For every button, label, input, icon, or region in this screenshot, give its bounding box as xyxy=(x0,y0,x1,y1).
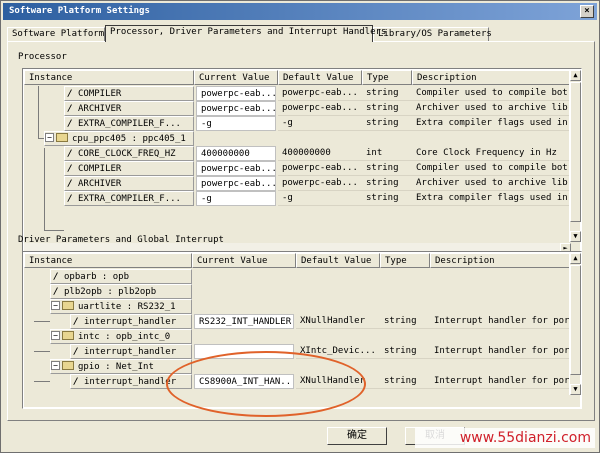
pencil-icon: / xyxy=(67,149,73,159)
pencil-icon: / xyxy=(67,89,73,99)
col-header-description[interactable]: Description xyxy=(430,253,570,268)
current-value-field[interactable]: -g xyxy=(196,116,276,131)
current-value-field[interactable]: powerpc-eab... xyxy=(196,101,276,116)
pencil-icon: / xyxy=(73,347,79,357)
title-bar: Software Platform Settings × xyxy=(3,3,597,20)
folder-icon xyxy=(56,133,68,142)
table-row[interactable]: / interrupt_handler xyxy=(70,344,192,359)
tab-software-platform[interactable]: Software Platform xyxy=(7,27,105,41)
col-header-type[interactable]: Type xyxy=(362,70,412,85)
pencil-icon: / xyxy=(67,104,73,114)
watermark: www.55dianzi.com xyxy=(415,428,595,448)
current-value-field[interactable]: -g xyxy=(196,191,276,206)
tab-processor-driver-params[interactable]: Processor, Driver Parameters and Interru… xyxy=(105,25,386,42)
scroll-up-arrow-icon[interactable]: ▲ xyxy=(570,253,581,264)
driver-vscrollbar[interactable]: ▲ ▼ xyxy=(569,253,581,395)
processor-grid-body: Instance Current Value Default Value Typ… xyxy=(24,70,581,254)
processor-group-label: Processor xyxy=(18,52,67,62)
window-title: Software Platform Settings xyxy=(9,6,150,16)
collapse-icon[interactable]: − xyxy=(51,361,60,370)
current-value-field[interactable]: RS232_INT_HANDLER xyxy=(194,314,294,329)
driver-grid-body: Instance Current Value Default Value Typ… xyxy=(24,253,581,407)
tree-line xyxy=(38,86,39,138)
pencil-icon: / xyxy=(53,272,59,282)
col-header-instance[interactable]: Instance xyxy=(24,70,194,85)
processor-vscrollbar[interactable]: ▲ ▼ xyxy=(569,70,581,242)
pencil-icon: / xyxy=(67,119,73,129)
col-header-description[interactable]: Description xyxy=(412,70,570,85)
col-header-default[interactable]: Default Value xyxy=(296,253,380,268)
processor-grid: Instance Current Value Default Value Typ… xyxy=(22,68,582,256)
table-row[interactable]: / ARCHIVER xyxy=(64,101,194,116)
pencil-icon: / xyxy=(53,287,59,297)
pencil-icon: / xyxy=(73,317,79,327)
folder-icon xyxy=(62,331,74,340)
driver-group-label: Driver Parameters and Global Interrupt xyxy=(18,235,224,245)
folder-icon xyxy=(62,361,74,370)
tab-library-os-params[interactable]: Library/OS Parameters xyxy=(373,27,492,41)
scroll-down-arrow-icon[interactable]: ▼ xyxy=(570,231,581,242)
tree-line xyxy=(44,148,45,230)
current-value-field[interactable]: powerpc-eab... xyxy=(196,176,276,191)
ok-button[interactable]: 确定 xyxy=(327,427,387,445)
table-row[interactable]: / EXTRA_COMPILER_F... xyxy=(64,191,194,206)
tree-line xyxy=(44,230,64,231)
tree-group-intc[interactable]: − intc : opb_intc_0 xyxy=(50,329,192,344)
scroll-down-arrow-icon[interactable]: ▼ xyxy=(570,384,581,395)
scroll-up-arrow-icon[interactable]: ▲ xyxy=(570,70,581,81)
scroll-thumb[interactable] xyxy=(570,265,581,375)
driver-grid: Instance Current Value Default Value Typ… xyxy=(22,251,582,409)
table-row[interactable]: / interrupt_handler xyxy=(70,314,192,329)
tree-group-cpu[interactable]: − cpu_ppc405 : ppc405_1 xyxy=(44,131,194,146)
table-row[interactable]: / opbarb : opb xyxy=(50,269,192,284)
collapse-icon[interactable]: − xyxy=(51,301,60,310)
current-value-field[interactable]: CS8900A_INT_HAN... xyxy=(194,374,294,389)
table-row[interactable]: / COMPILER xyxy=(64,86,194,101)
collapse-icon[interactable]: − xyxy=(45,133,54,142)
close-button[interactable]: × xyxy=(580,5,594,18)
collapse-icon[interactable]: − xyxy=(51,331,60,340)
current-value-field[interactable]: powerpc-eab... xyxy=(196,86,276,101)
col-header-current[interactable]: Current Value xyxy=(194,70,278,85)
tree-line xyxy=(34,381,50,382)
tree-line xyxy=(34,321,50,322)
current-value-field[interactable] xyxy=(194,344,294,359)
table-row[interactable]: / interrupt_handler xyxy=(70,374,192,389)
tree-group-gpio[interactable]: − gpio : Net_Int xyxy=(50,359,192,374)
col-header-current[interactable]: Current Value xyxy=(192,253,296,268)
table-row[interactable]: / CORE_CLOCK_FREQ_HZ xyxy=(64,146,194,161)
table-row[interactable]: / plb2opb : plb2opb xyxy=(50,284,192,299)
pencil-icon: / xyxy=(67,194,73,204)
col-header-type[interactable]: Type xyxy=(380,253,430,268)
tree-line xyxy=(34,351,50,352)
tab-panel: Processor Instance Current Value Default… xyxy=(7,41,595,421)
table-row[interactable]: / EXTRA_COMPILER_F... xyxy=(64,116,194,131)
settings-window: Software Platform Settings × Software Pl… xyxy=(0,0,600,453)
current-value-field[interactable]: 400000000 xyxy=(196,146,276,161)
pencil-icon: / xyxy=(67,179,73,189)
scroll-thumb[interactable] xyxy=(570,82,581,222)
folder-icon xyxy=(62,301,74,310)
pencil-icon: / xyxy=(73,377,79,387)
col-header-default[interactable]: Default Value xyxy=(278,70,362,85)
current-value-field[interactable]: powerpc-eab... xyxy=(196,161,276,176)
col-header-instance[interactable]: Instance xyxy=(24,253,192,268)
table-row[interactable]: / ARCHIVER xyxy=(64,176,194,191)
table-row[interactable]: / COMPILER xyxy=(64,161,194,176)
pencil-icon: / xyxy=(67,164,73,174)
tree-group-uartlite[interactable]: − uartlite : RS232_1 xyxy=(50,299,192,314)
